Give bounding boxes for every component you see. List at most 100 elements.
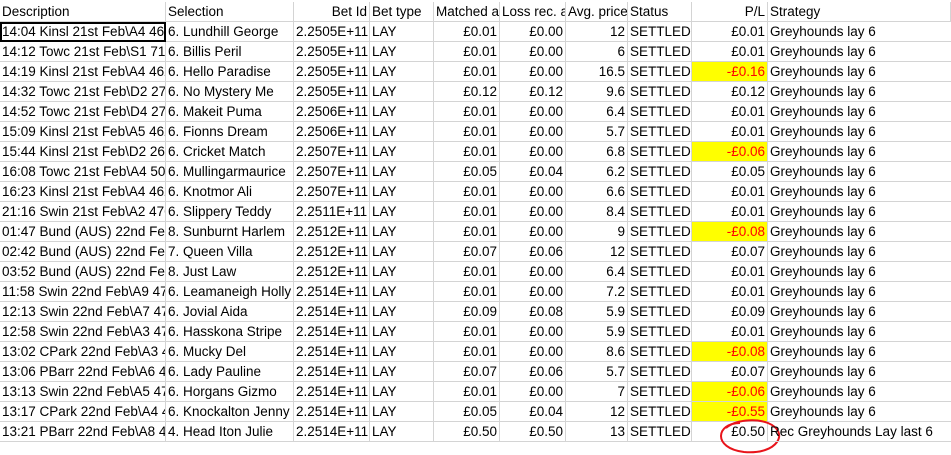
- matched-cell[interactable]: £0.01: [434, 42, 500, 62]
- description-cell[interactable]: 14:19 Kinsl 21st Feb\A4 462: [0, 62, 166, 82]
- matched-cell[interactable]: £0.01: [434, 222, 500, 242]
- matched-cell[interactable]: £0.01: [434, 142, 500, 162]
- loss-rec-cell[interactable]: £0.08: [500, 302, 566, 322]
- avg-price-cell[interactable]: 12: [566, 242, 628, 262]
- description-cell[interactable]: 13:06 PBarr 22nd Feb\A6 4: [0, 362, 166, 382]
- avg-price-cell[interactable]: 9.6: [566, 82, 628, 102]
- strategy-cell[interactable]: Greyhounds lay 6: [768, 402, 951, 422]
- bet-id-cell[interactable]: 2.2511E+11: [294, 202, 370, 222]
- avg-price-cell[interactable]: 12: [566, 22, 628, 42]
- description-cell[interactable]: 13:21 PBarr 22nd Feb\A8 4: [0, 422, 166, 442]
- pl-cell[interactable]: £0.07: [692, 242, 768, 262]
- avg-price-cell[interactable]: 7: [566, 382, 628, 402]
- bet-id-cell[interactable]: 2.2507E+11: [294, 182, 370, 202]
- column-header-loss-rec[interactable]: Loss rec. a: [500, 2, 566, 22]
- selection-cell[interactable]: 8. Sunburnt Harlem: [166, 222, 294, 242]
- pl-cell[interactable]: £0.01: [692, 122, 768, 142]
- matched-cell[interactable]: £0.07: [434, 362, 500, 382]
- strategy-cell[interactable]: Greyhounds lay 6: [768, 242, 951, 262]
- selection-cell[interactable]: 6. No Mystery Me: [166, 82, 294, 102]
- avg-price-cell[interactable]: 7.2: [566, 282, 628, 302]
- bet-type-cell[interactable]: LAY: [370, 42, 434, 62]
- avg-price-cell[interactable]: 6.4: [566, 102, 628, 122]
- strategy-cell[interactable]: Greyhounds lay 6: [768, 142, 951, 162]
- description-cell[interactable]: 13:13 Swin 22nd Feb\A5 47: [0, 382, 166, 402]
- strategy-cell[interactable]: Greyhounds lay 6: [768, 122, 951, 142]
- bet-type-cell[interactable]: LAY: [370, 242, 434, 262]
- matched-cell[interactable]: £0.01: [434, 22, 500, 42]
- description-cell[interactable]: 12:13 Swin 22nd Feb\A7 47: [0, 302, 166, 322]
- avg-price-cell[interactable]: 6: [566, 42, 628, 62]
- loss-rec-cell[interactable]: £0.00: [500, 62, 566, 82]
- description-cell[interactable]: 13:02 CPark 22nd Feb\A3 4: [0, 342, 166, 362]
- loss-rec-cell[interactable]: £0.00: [500, 22, 566, 42]
- pl-cell[interactable]: £0.01: [692, 182, 768, 202]
- description-cell[interactable]: 16:23 Kinsl 21st Feb\A4 462: [0, 182, 166, 202]
- pl-cell[interactable]: £0.01: [692, 22, 768, 42]
- avg-price-cell[interactable]: 5.7: [566, 362, 628, 382]
- bet-type-cell[interactable]: LAY: [370, 62, 434, 82]
- description-cell[interactable]: 21:16 Swin 21st Feb\A2 476: [0, 202, 166, 222]
- selection-cell[interactable]: 6. Slippery Teddy: [166, 202, 294, 222]
- selection-cell[interactable]: 6. Lady Pauline: [166, 362, 294, 382]
- pl-cell[interactable]: £0.01: [692, 322, 768, 342]
- description-cell[interactable]: 11:58 Swin 22nd Feb\A9 47: [0, 282, 166, 302]
- selection-cell[interactable]: 6. Cricket Match: [166, 142, 294, 162]
- bet-type-cell[interactable]: LAY: [370, 342, 434, 362]
- bet-id-cell[interactable]: 2.2514E+11: [294, 362, 370, 382]
- status-cell[interactable]: SETTLED: [628, 182, 692, 202]
- description-cell[interactable]: 12:58 Swin 22nd Feb\A3 47: [0, 322, 166, 342]
- avg-price-cell[interactable]: 6.6: [566, 182, 628, 202]
- bet-id-cell[interactable]: 2.2505E+11: [294, 42, 370, 62]
- bet-type-cell[interactable]: LAY: [370, 202, 434, 222]
- bet-type-cell[interactable]: LAY: [370, 322, 434, 342]
- strategy-cell[interactable]: Greyhounds lay 6: [768, 82, 951, 102]
- matched-cell[interactable]: £0.01: [434, 62, 500, 82]
- column-header-bet-type[interactable]: Bet type: [370, 2, 434, 22]
- matched-cell[interactable]: £0.01: [434, 282, 500, 302]
- selection-cell[interactable]: 7. Queen Villa: [166, 242, 294, 262]
- status-cell[interactable]: SETTLED: [628, 222, 692, 242]
- strategy-cell[interactable]: Greyhounds lay 6: [768, 322, 951, 342]
- matched-cell[interactable]: £0.50: [434, 422, 500, 442]
- loss-rec-cell[interactable]: £0.12: [500, 82, 566, 102]
- bet-type-cell[interactable]: LAY: [370, 142, 434, 162]
- bet-id-cell[interactable]: 2.2514E+11: [294, 302, 370, 322]
- matched-cell[interactable]: £0.01: [434, 202, 500, 222]
- status-cell[interactable]: SETTLED: [628, 162, 692, 182]
- pl-cell[interactable]: £0.12: [692, 82, 768, 102]
- bet-type-cell[interactable]: LAY: [370, 382, 434, 402]
- matched-cell[interactable]: £0.05: [434, 162, 500, 182]
- column-header-status[interactable]: Status: [628, 2, 692, 22]
- bet-id-cell[interactable]: 2.2514E+11: [294, 422, 370, 442]
- selection-cell[interactable]: 6. Mucky Del: [166, 342, 294, 362]
- bet-type-cell[interactable]: LAY: [370, 282, 434, 302]
- selection-cell[interactable]: 4. Head Iton Julie: [166, 422, 294, 442]
- bet-type-cell[interactable]: LAY: [370, 222, 434, 242]
- status-cell[interactable]: SETTLED: [628, 82, 692, 102]
- strategy-cell[interactable]: Greyhounds lay 6: [768, 302, 951, 322]
- status-cell[interactable]: SETTLED: [628, 102, 692, 122]
- pl-cell[interactable]: -£0.16: [692, 62, 768, 82]
- loss-rec-cell[interactable]: £0.00: [500, 182, 566, 202]
- column-header-bet-id[interactable]: Bet Id: [294, 2, 370, 22]
- column-header-description[interactable]: Description: [0, 2, 166, 22]
- pl-cell[interactable]: £0.01: [692, 202, 768, 222]
- avg-price-cell[interactable]: 6.2: [566, 162, 628, 182]
- strategy-cell[interactable]: Greyhounds lay 6: [768, 42, 951, 62]
- selection-cell[interactable]: 6. Horgans Gizmo: [166, 382, 294, 402]
- pl-cell[interactable]: -£0.06: [692, 142, 768, 162]
- pl-cell[interactable]: -£0.06: [692, 382, 768, 402]
- loss-rec-cell[interactable]: £0.00: [500, 382, 566, 402]
- strategy-cell[interactable]: Greyhounds lay 6: [768, 342, 951, 362]
- loss-rec-cell[interactable]: £0.00: [500, 42, 566, 62]
- bet-id-cell[interactable]: 2.2505E+11: [294, 62, 370, 82]
- strategy-cell[interactable]: Greyhounds lay 6: [768, 382, 951, 402]
- matched-cell[interactable]: £0.01: [434, 122, 500, 142]
- status-cell[interactable]: SETTLED: [628, 242, 692, 262]
- bet-type-cell[interactable]: LAY: [370, 422, 434, 442]
- description-cell[interactable]: 14:04 Kinsl 21st Feb\A4 46: [0, 22, 166, 42]
- loss-rec-cell[interactable]: £0.00: [500, 142, 566, 162]
- matched-cell[interactable]: £0.01: [434, 102, 500, 122]
- description-cell[interactable]: 03:52 Bund (AUS) 22nd Feb: [0, 262, 166, 282]
